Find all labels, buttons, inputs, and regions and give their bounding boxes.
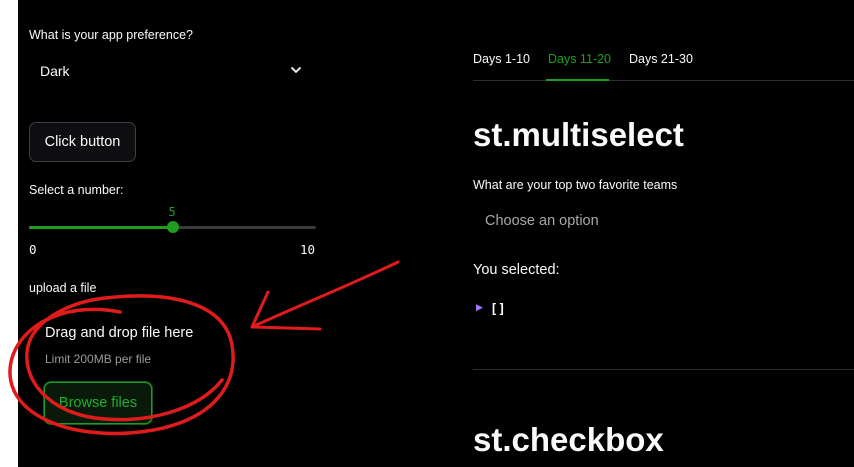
checkbox-heading: st.checkbox	[473, 421, 664, 458]
slider-min: 0	[29, 242, 37, 257]
tab-divider	[473, 80, 854, 81]
tab-days-1-10[interactable]: Days 1-10	[473, 52, 530, 66]
section-divider	[473, 369, 854, 370]
slider-max: 10	[300, 242, 316, 257]
teams-multiselect[interactable]: Choose an option	[473, 204, 854, 240]
chevron-down-icon	[291, 67, 301, 73]
browse-files-button[interactable]: Browse files	[44, 382, 152, 424]
preference-select-value: Dark	[40, 63, 70, 79]
number-slider[interactable]	[29, 221, 316, 233]
dropzone-limit: Limit 200MB per file	[45, 352, 152, 366]
multiselect-placeholder: Choose an option	[485, 213, 599, 229]
slider-fill	[29, 226, 173, 229]
click-button[interactable]: Click button	[29, 122, 136, 162]
selected-json-value: []	[490, 302, 506, 317]
main-content: Days 1-10 Days 11-20 Days 21-30 st.multi…	[330, 0, 854, 467]
slider-thumb[interactable]	[166, 221, 179, 233]
left-window-edge	[0, 0, 18, 467]
multiselect-heading: st.multiselect	[473, 116, 684, 153]
multiselect-label: What are your top two favorite teams	[473, 178, 678, 192]
preference-label: What is your app preference?	[29, 28, 193, 42]
tab-days-11-20[interactable]: Days 11-20	[548, 52, 611, 66]
file-dropzone[interactable]: Drag and drop file here Limit 200MB per …	[29, 305, 314, 435]
expand-caret-icon[interactable]: ▶	[476, 302, 483, 313]
active-tab-indicator	[546, 79, 609, 81]
slider-value: 5	[168, 205, 176, 219]
preference-select[interactable]: Dark	[29, 53, 315, 89]
upload-label: upload a file	[29, 281, 97, 295]
selected-label: You selected:	[473, 262, 560, 278]
slider-label: Select a number:	[29, 183, 124, 197]
tab-bar: Days 1-10 Days 11-20 Days 21-30	[473, 52, 693, 66]
dropzone-title: Drag and drop file here	[45, 325, 194, 341]
tab-days-21-30[interactable]: Days 21-30	[629, 52, 693, 66]
